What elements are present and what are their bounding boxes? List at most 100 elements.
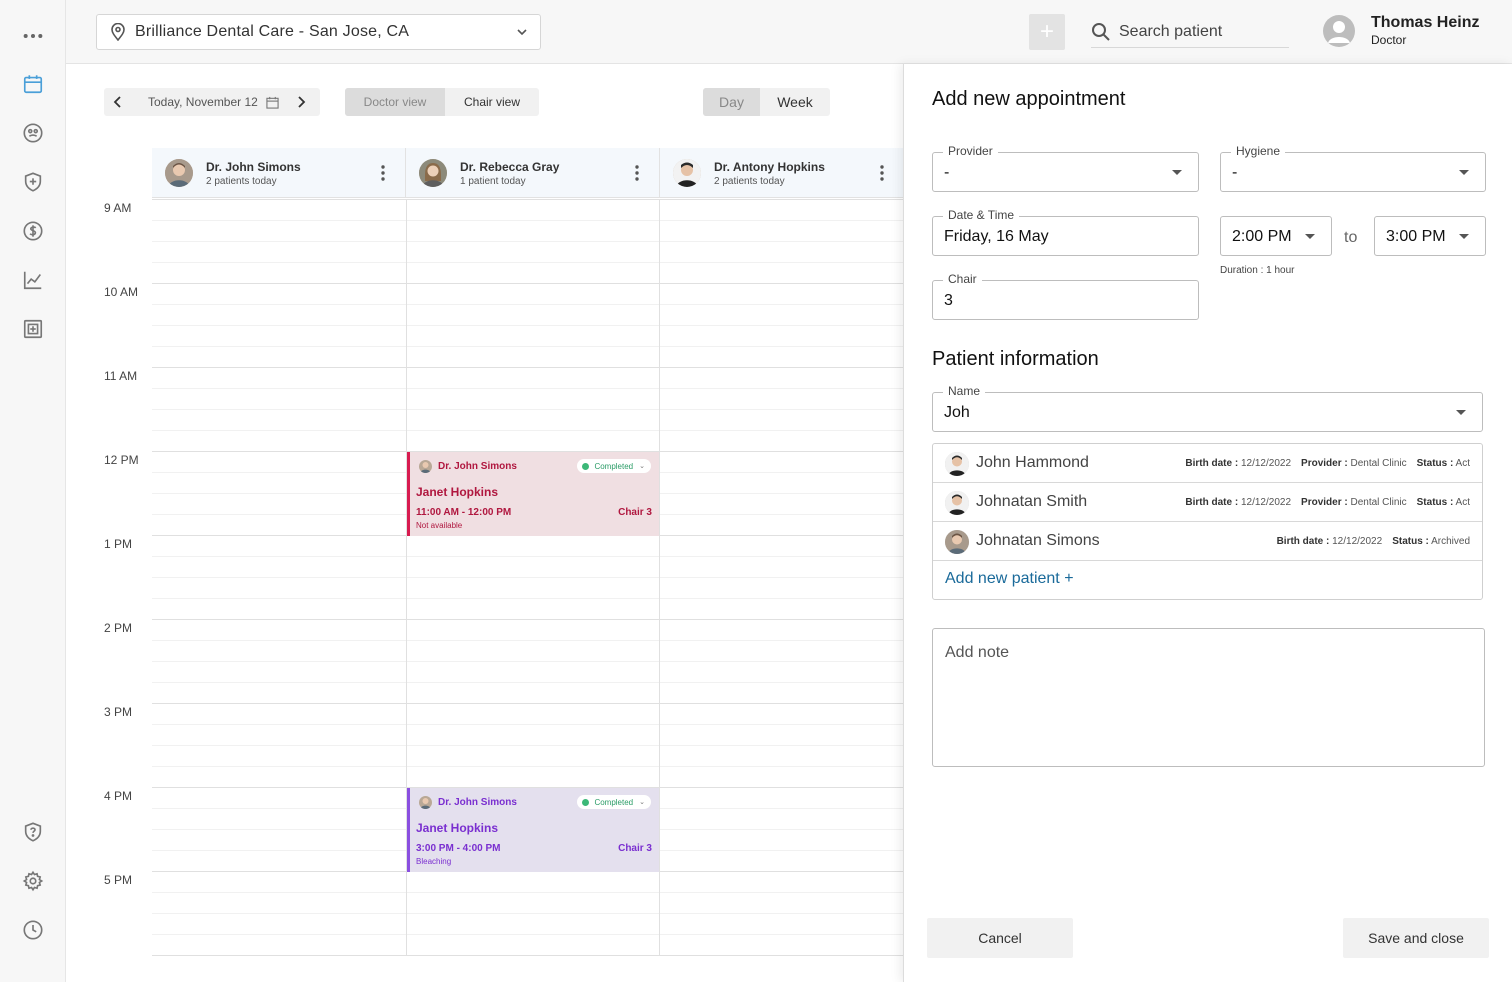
view-toggle: Doctor view Chair view bbox=[345, 88, 539, 116]
status-label: Completed bbox=[594, 797, 634, 807]
quarter-line bbox=[152, 388, 904, 389]
billing-icon[interactable] bbox=[21, 219, 45, 243]
hour-label: 11 AM bbox=[104, 369, 138, 383]
more-icon[interactable] bbox=[21, 24, 45, 48]
search-bar[interactable] bbox=[1091, 16, 1289, 48]
provider-avatar bbox=[165, 159, 193, 187]
kebab-menu-icon[interactable] bbox=[381, 165, 385, 181]
kebab-menu-icon[interactable] bbox=[635, 165, 639, 181]
appointment-time: 11:00 AM - 12:00 PM bbox=[416, 507, 512, 518]
patient-name-input[interactable]: Name Joh bbox=[932, 384, 1483, 432]
location-name: Brilliance Dental Care - San Jose, CA bbox=[135, 23, 410, 40]
duration-text: Duration : 1 hour bbox=[1220, 265, 1295, 276]
appointment-doctor: Dr. John Simons bbox=[438, 461, 517, 472]
quarter-line bbox=[152, 745, 904, 746]
hour-line bbox=[152, 283, 904, 284]
save-and-close-button[interactable]: Save and close bbox=[1343, 918, 1489, 958]
appointment-chair: Chair 3 bbox=[618, 843, 652, 854]
provider-header[interactable]: Dr. Rebecca Gray 1 patient today bbox=[406, 148, 660, 198]
insurance-icon[interactable] bbox=[21, 170, 45, 194]
provider-name: Dr. John Simons bbox=[206, 160, 301, 174]
add-button[interactable]: + bbox=[1029, 14, 1065, 50]
range-toggle: Day Week bbox=[703, 88, 830, 116]
status-dot bbox=[582, 798, 590, 806]
user-role: Doctor bbox=[1371, 33, 1407, 47]
quarter-line bbox=[152, 556, 904, 557]
left-rail bbox=[0, 0, 66, 982]
status-dot bbox=[582, 462, 590, 470]
section-title: Patient information bbox=[932, 348, 1099, 370]
dropdown-arrow-icon bbox=[1459, 234, 1469, 239]
note-textarea[interactable]: Add note bbox=[932, 628, 1485, 767]
hour-line bbox=[152, 955, 904, 956]
field-label: Hygiene bbox=[1231, 144, 1286, 158]
chevron-down-icon: ⌄ bbox=[639, 799, 645, 806]
patients-icon[interactable] bbox=[21, 121, 45, 145]
date-navigator: Today, November 12 bbox=[104, 88, 320, 116]
provider-select[interactable]: Provider - bbox=[932, 144, 1199, 192]
week-button[interactable]: Week bbox=[760, 88, 830, 116]
date-field[interactable]: Date & Time Friday, 16 May bbox=[932, 208, 1199, 256]
provider-name: Dr. Antony Hopkins bbox=[714, 160, 825, 174]
field-value: 2:00 PM bbox=[1232, 228, 1292, 245]
quarter-line bbox=[152, 661, 904, 662]
add-new-patient-link[interactable]: Add new patient + bbox=[945, 570, 1074, 588]
appointment-card[interactable]: Dr. John Simons Completed ⌄ Janet Hopkins… bbox=[407, 452, 659, 536]
settings-icon[interactable] bbox=[21, 869, 45, 893]
clinic-icon[interactable] bbox=[21, 317, 45, 341]
field-label: Name bbox=[943, 384, 986, 398]
next-day-button[interactable] bbox=[287, 88, 315, 116]
hour-line bbox=[152, 619, 904, 620]
dropdown-arrow-icon bbox=[1172, 170, 1182, 175]
chair-field[interactable]: Chair 3 bbox=[932, 272, 1199, 320]
quarter-line bbox=[152, 934, 904, 935]
calendar-icon[interactable] bbox=[21, 72, 45, 96]
user-avatar[interactable] bbox=[1323, 15, 1355, 47]
end-time-select[interactable]: 3:00 PM bbox=[1374, 216, 1486, 256]
list-item[interactable]: John Hammond Birth date : 12/12/2022 Prov… bbox=[933, 444, 1482, 483]
appointment-patient: Janet Hopkins bbox=[416, 485, 499, 499]
dropdown-arrow-icon bbox=[1459, 170, 1469, 175]
provider-header[interactable]: Dr. Antony Hopkins 2 patients today bbox=[660, 148, 904, 198]
patient-name: John Hammond bbox=[976, 454, 1089, 471]
day-button[interactable]: Day bbox=[703, 88, 760, 116]
provider-header[interactable]: Dr. John Simons 2 patients today bbox=[152, 148, 406, 198]
doctor-view-button[interactable]: Doctor view bbox=[345, 88, 445, 116]
start-time-select[interactable]: 2:00 PM bbox=[1220, 216, 1332, 256]
current-date[interactable]: Today, November 12 bbox=[148, 95, 258, 109]
search-input[interactable] bbox=[1119, 22, 1279, 41]
appointment-card[interactable]: Dr. John Simons Completed ⌄ Janet Hopkins… bbox=[407, 788, 659, 872]
history-icon[interactable] bbox=[21, 918, 45, 942]
provider-patient-count: 2 patients today bbox=[714, 176, 785, 187]
user-name: Thomas Heinz bbox=[1371, 14, 1480, 31]
help-icon[interactable] bbox=[21, 820, 45, 844]
quarter-line bbox=[152, 220, 904, 221]
list-item[interactable]: Johnatan Simons Birth date : 12/12/2022 S… bbox=[933, 522, 1482, 561]
appointment-doctor: Dr. John Simons bbox=[438, 797, 517, 808]
prev-day-button[interactable] bbox=[104, 88, 132, 116]
status-badge[interactable]: Completed ⌄ bbox=[577, 795, 651, 809]
cancel-button[interactable]: Cancel bbox=[927, 918, 1073, 958]
column-divider bbox=[659, 199, 660, 956]
list-item[interactable]: Johnatan Smith Birth date : 12/12/2022 Pr… bbox=[933, 483, 1482, 522]
field-value: 3:00 PM bbox=[1386, 228, 1446, 245]
field-value: Joh bbox=[944, 404, 970, 421]
status-label: Completed bbox=[594, 461, 634, 471]
field-value: - bbox=[1232, 164, 1238, 181]
chevron-down-icon: ⌄ bbox=[639, 463, 645, 470]
status-badge[interactable]: Completed ⌄ bbox=[577, 459, 651, 473]
reports-icon[interactable] bbox=[21, 268, 45, 292]
patient-name: Johnatan Smith bbox=[976, 493, 1088, 510]
location-select[interactable]: Brilliance Dental Care - San Jose, CA bbox=[96, 14, 541, 50]
hour-line bbox=[152, 367, 904, 368]
hygiene-select[interactable]: Hygiene - bbox=[1220, 144, 1486, 192]
field-value: 3 bbox=[944, 292, 953, 309]
kebab-menu-icon[interactable] bbox=[880, 165, 884, 181]
chair-view-button[interactable]: Chair view bbox=[445, 88, 539, 116]
hour-line bbox=[152, 199, 904, 200]
search-icon bbox=[1092, 22, 1110, 41]
appointment-chair: Chair 3 bbox=[618, 507, 652, 518]
dropdown-arrow-icon bbox=[1305, 234, 1315, 239]
quarter-line bbox=[152, 577, 904, 578]
calendar-small-icon[interactable] bbox=[266, 96, 279, 109]
